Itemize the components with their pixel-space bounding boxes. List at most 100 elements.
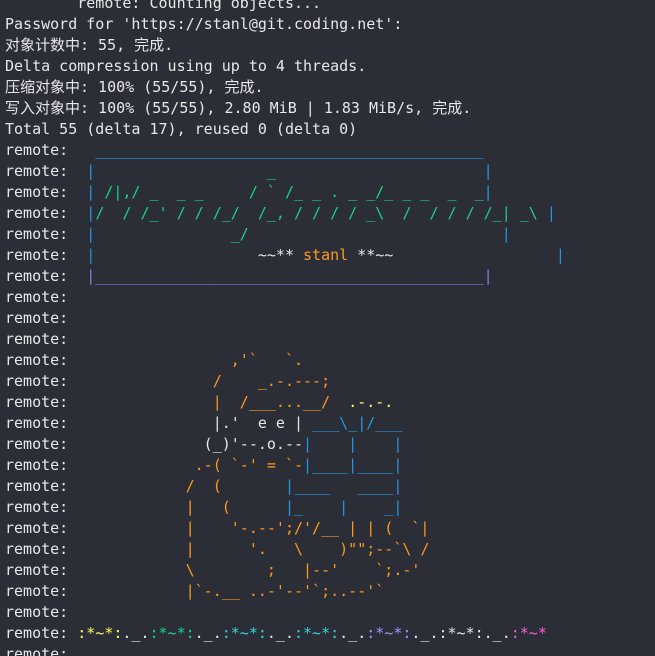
terminal-text-segment: remote:	[5, 330, 69, 348]
terminal-text-segment: ._.	[411, 624, 439, 642]
terminal-text-segment: | '-.--';/'/__ | | ( `|	[77, 519, 430, 537]
terminal-text-segment: remote:	[5, 582, 78, 600]
terminal-text-segment: (_)'--.o.--	[77, 435, 304, 453]
terminal-line: remote: / _.-.---;	[5, 371, 565, 392]
terminal-text-segment: remote: Counting objects...	[5, 0, 322, 12]
terminal-text-segment: remote:	[5, 624, 78, 642]
terminal-text-segment: / _.-.---;	[77, 372, 331, 390]
terminal-output: remote: Counting objects... Password for …	[5, 0, 565, 656]
terminal-text-segment: |	[483, 267, 493, 285]
terminal-text-segment: :*~*:	[149, 624, 195, 642]
terminal-line: remote: \ ; |--' `;.-'	[5, 560, 565, 581]
terminal-line: Delta compression using up to 4 threads.	[5, 56, 565, 77]
terminal-text-segment: remote:	[5, 246, 78, 264]
terminal-window[interactable]: remote: Counting objects... Password for …	[0, 0, 655, 656]
terminal-text-segment: remote:	[5, 309, 69, 327]
terminal-text-segment: 写入对象中: 100% (55/55), 2.80 MiB | 1.83 MiB…	[5, 99, 472, 117]
terminal-text-segment: |	[77, 204, 96, 222]
terminal-text-segment: stanl	[303, 246, 349, 264]
terminal-text-segment: remote:	[5, 561, 78, 579]
terminal-line: Total 55 (delta 17), reused 0 (delta 0)	[5, 119, 565, 140]
terminal-text-segment: | | |	[303, 435, 403, 453]
terminal-line: remote: Counting objects...	[5, 0, 565, 14]
terminal-line: remote: | '-.--';/'/__ | | ( `|	[5, 518, 565, 539]
terminal-text-segment: |	[77, 246, 96, 264]
terminal-line: 写入对象中: 100% (55/55), 2.80 MiB | 1.83 MiB…	[5, 98, 565, 119]
terminal-line: remote: | _/ |	[5, 224, 565, 245]
terminal-text-segment: 压缩对象中: 100% (55/55), 完成.	[5, 78, 264, 96]
terminal-line: remote: | /___...__/ .-.-.	[5, 392, 565, 413]
terminal-text-segment: ._.	[194, 624, 222, 642]
terminal-text-segment: |_______________________________________…	[77, 267, 484, 285]
terminal-text-segment: remote:	[5, 225, 78, 243]
terminal-line: remote:	[5, 308, 565, 329]
terminal-text-segment: Password for 'https://stanl@git.coding.n…	[5, 15, 403, 33]
terminal-text-segment: remote:	[5, 267, 78, 285]
terminal-line: Password for 'https://stanl@git.coding.n…	[5, 14, 565, 35]
terminal-text-segment: |	[501, 225, 511, 243]
terminal-line: remote: / ( |____ ____|	[5, 476, 565, 497]
terminal-text-segment: |	[483, 183, 493, 201]
terminal-text-segment: | /___...__/	[77, 393, 349, 411]
terminal-line: remote: |_______________________________…	[5, 266, 565, 287]
terminal-line: remote: | ( |_ | _|	[5, 497, 565, 518]
terminal-text-segment: | (	[77, 498, 285, 516]
terminal-text-segment: .-.-.	[348, 393, 394, 411]
terminal-text-segment: _/	[95, 225, 502, 243]
terminal-text-segment: remote:	[5, 435, 78, 453]
terminal-text-segment: remote:	[5, 141, 78, 159]
terminal-text-segment: / (	[77, 477, 285, 495]
terminal-text-segment: remote:	[5, 372, 78, 390]
terminal-text-segment: remote:	[5, 162, 78, 180]
terminal-line: remote:	[5, 644, 565, 656]
terminal-text-segment: remote:	[5, 288, 69, 306]
terminal-text-segment: .-( `-' = `-	[77, 456, 304, 474]
terminal-text-segment: remote:	[5, 540, 78, 558]
terminal-line: remote: (_)'--.o.--| | |	[5, 434, 565, 455]
terminal-line: 对象计数中: 55, 完成.	[5, 35, 565, 56]
terminal-line: remote: |`-.__ ..-'--'`;..--'`	[5, 581, 565, 602]
terminal-line: remote: | ~~** stanl **~~ |	[5, 245, 565, 266]
terminal-text-segment: |	[555, 246, 565, 264]
terminal-text-segment: |____ ____|	[284, 477, 403, 495]
terminal-text-segment: ._.	[339, 624, 367, 642]
terminal-text-segment: :*~*:	[438, 624, 484, 642]
terminal-text-segment: remote:	[5, 393, 78, 411]
terminal-line: remote:	[5, 602, 565, 623]
terminal-line: remote: | '. \ )"";--`\ /	[5, 539, 565, 560]
terminal-line: remote: ,'` `.	[5, 350, 565, 371]
terminal-line: remote: | /|,/ _ _ _ / ` /_ _ . _ _/_ _ …	[5, 182, 565, 203]
terminal-text-segment: remote:	[5, 351, 78, 369]
terminal-text-segment: /|,/ _ _ _ / ` /_ _ . _ _/_ _ _ _ _	[95, 183, 484, 201]
terminal-line: remote: ________________________________…	[5, 140, 565, 161]
terminal-text-segment: :*~*:	[77, 624, 123, 642]
terminal-line: remote:	[5, 287, 565, 308]
terminal-line: remote: .-( `-' = `-|____|____|	[5, 455, 565, 476]
terminal-line: 压缩对象中: 100% (55/55), 完成.	[5, 77, 565, 98]
terminal-text-segment: remote:	[5, 519, 78, 537]
terminal-text-segment: ._.	[266, 624, 294, 642]
terminal-text-segment: |	[546, 204, 556, 222]
terminal-text-segment: remote:	[5, 477, 78, 495]
terminal-text-segment: ~~**	[95, 246, 304, 264]
terminal-text-segment: remote:	[5, 645, 69, 656]
terminal-text-segment: |`-.__ ..-'--'`;..--'`	[77, 582, 385, 600]
terminal-text-segment: |.' e e |	[77, 414, 313, 432]
terminal-text-segment: **~~	[348, 246, 556, 264]
terminal-line: remote:	[5, 329, 565, 350]
terminal-text-segment: |_ | _|	[284, 498, 403, 516]
terminal-text-segment: |	[483, 162, 493, 180]
terminal-line: remote: :*~*:._.:*~*:._.:*~*:._.:*~*:._.…	[5, 623, 565, 644]
terminal-text-segment: :*~*:	[366, 624, 412, 642]
terminal-text-segment: Delta compression using up to 4 threads.	[5, 57, 367, 75]
terminal-text-segment: \ ; |--' `;.-'	[77, 561, 421, 579]
terminal-text-segment: |	[77, 162, 96, 180]
terminal-text-segment: 对象计数中: 55, 完成.	[5, 36, 174, 54]
terminal-line: remote: |/ / /_' / / /_/ /_, / / / / _\ …	[5, 203, 565, 224]
terminal-text-segment: remote:	[5, 498, 78, 516]
terminal-text-segment: :*~*:	[294, 624, 340, 642]
terminal-text-segment: |	[77, 183, 96, 201]
terminal-text-segment: ._.	[122, 624, 150, 642]
terminal-text-segment: remote:	[5, 414, 78, 432]
terminal-text-segment: / / /_' / / /_/ /_, / / / / _\ / / / / /…	[95, 204, 547, 222]
